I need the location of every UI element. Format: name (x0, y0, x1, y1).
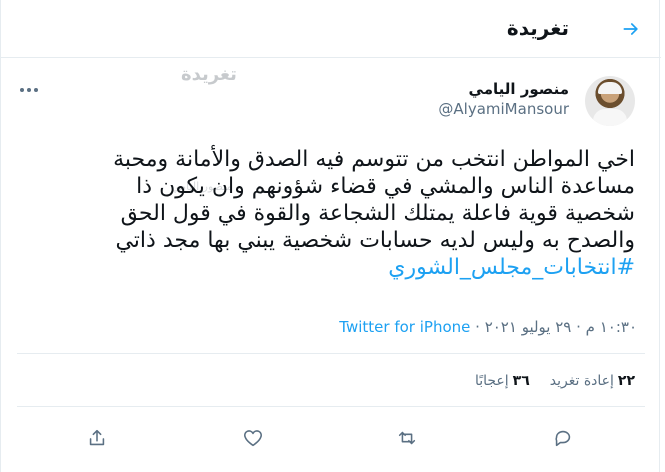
hashtag-link[interactable]: #انتخابات_مجلس_الشوري (25, 254, 635, 281)
divider (17, 353, 645, 354)
ghost-title-overlay: تغريدة (181, 64, 237, 85)
page-header: تغريدة (1, 0, 661, 58)
share-button[interactable] (83, 424, 111, 452)
tweet-meta: ١٠:٣٠ م · ٢٩ يوليو ٢٠٢١ · Twitter for iP… (25, 318, 637, 336)
like-button[interactable] (239, 424, 267, 452)
author-handle[interactable]: @AlyamiMansour (438, 100, 569, 118)
retweets-stat[interactable]: ٢٢إعادة تغريد (550, 373, 635, 389)
arrow-right-icon (623, 23, 638, 35)
tweet-text: اخي المواطن انتخب من تتوسم فيه الصدق وال… (25, 146, 635, 281)
avatar[interactable] (585, 76, 635, 126)
retweet-button[interactable] (393, 424, 421, 452)
tweet-line: شخصية قوية فاعلة يمتلك الشجاعة والقوة في… (120, 201, 635, 226)
tweet-timestamp[interactable]: ١٠:٣٠ م · ٢٩ يوليو ٢٠٢١ · (470, 318, 637, 336)
reply-button[interactable] (549, 424, 577, 452)
heart-icon (244, 430, 262, 447)
tweet-line: والصدح به وليس لديه حسابات شخصية يبني به… (115, 228, 635, 253)
reply-icon (555, 430, 571, 447)
author-name[interactable]: منصور اليامي (438, 80, 569, 98)
likes-stat[interactable]: ٣٦إعجابًا (475, 373, 530, 389)
divider (17, 406, 645, 407)
retweets-count: ٢٢ (617, 373, 635, 389)
tweet-stats: ٢٢إعادة تغريد ٣٦إعجابًا (475, 373, 635, 389)
retweets-label: إعادة تغريد (549, 373, 614, 389)
likes-label: إعجابًا (474, 373, 509, 389)
more-options-button[interactable] (17, 84, 41, 96)
tweet-line: اخي المواطن انتخب من تتوسم فيه الصدق وال… (113, 147, 635, 172)
tweet-page: تغريدة تغريدة منصور اليامي منصور اليامي … (0, 0, 661, 472)
author-info[interactable]: منصور اليامي @AlyamiMansour (438, 80, 569, 118)
page-title: تغريدة (506, 16, 569, 40)
likes-count: ٣٦ (512, 373, 530, 389)
share-icon (89, 429, 105, 446)
tweet-source[interactable]: Twitter for iPhone (339, 318, 470, 336)
tweet-actions (1, 420, 661, 456)
back-button[interactable] (619, 17, 643, 41)
tweet-line: مساعدة الناس والمشي في قضاء شؤونهم وان ي… (136, 174, 635, 199)
retweet-icon (398, 431, 416, 445)
more-dots-icon (20, 88, 24, 92)
